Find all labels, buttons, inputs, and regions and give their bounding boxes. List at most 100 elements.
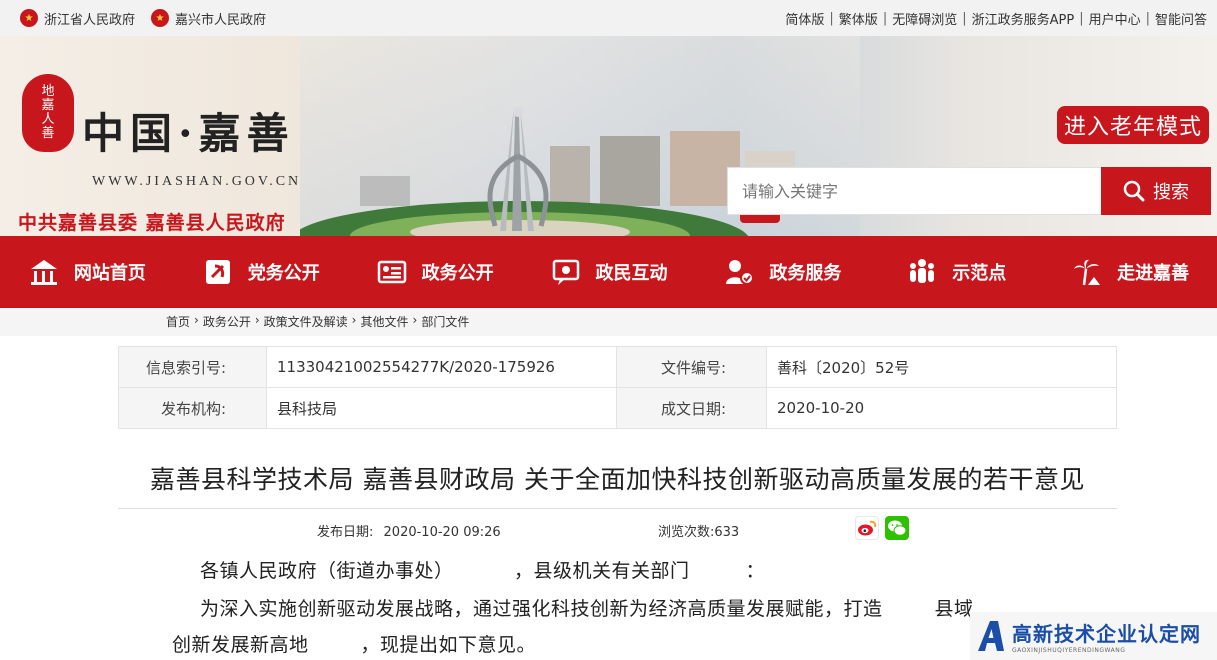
watermark-main-text: 高新技术企业认定网 — [1012, 622, 1201, 646]
search-input[interactable] — [727, 167, 1101, 215]
home-icon — [28, 256, 60, 288]
nav-about-jiashan-label: 走进嘉善 — [1117, 263, 1190, 284]
divider: | — [1145, 10, 1150, 26]
palm-tree-icon — [1071, 256, 1103, 288]
search-button-label: 搜索 — [1153, 182, 1189, 203]
site-title: 中国·嘉善 — [82, 109, 295, 158]
site-url: WWW.JIASHAN.GOV.CN — [92, 174, 302, 189]
seal-char: 人 — [41, 112, 55, 127]
publish-info: 发布日期: 2020-10-20 09:26 — [317, 521, 501, 540]
search-icon — [1123, 180, 1145, 202]
chat-icon — [550, 256, 582, 288]
views-value: 633 — [714, 525, 740, 540]
search-button[interactable]: 搜索 — [1101, 167, 1211, 215]
nav-party-affairs[interactable]: 党务公开 — [174, 236, 348, 308]
watermark-logo-icon — [978, 621, 1004, 651]
body-paragraph-1: 各镇人民政府（街道办事处） ，县级机关有关部门 ： — [200, 556, 765, 583]
gov-app-link[interactable]: 浙江政务服务APP — [972, 9, 1075, 28]
doc-number-value: 善科〔2020〕52号 — [766, 346, 1117, 388]
paragraph-text: 县域 — [934, 598, 974, 620]
document-meta-table: 信息索引号: 11330421002554277K/2020-175926 文件… — [118, 346, 1117, 429]
divider: | — [829, 10, 834, 26]
breadcrumb-other-docs[interactable]: 其他文件 — [360, 313, 408, 330]
nav-interaction-label: 政民互动 — [595, 263, 668, 284]
date-label: 成文日期: — [616, 387, 767, 429]
title-divider — [118, 508, 1117, 509]
share-buttons — [855, 516, 909, 540]
publish-value: 2020-10-20 09:26 — [383, 525, 501, 540]
breadcrumb-dept-docs[interactable]: 部门文件 — [421, 313, 469, 330]
paragraph-text: ，县级机关有关部门 — [514, 560, 690, 582]
breadcrumb-separator: › — [351, 313, 357, 327]
breadcrumb-separator: › — [194, 313, 199, 327]
weibo-icon[interactable] — [855, 516, 879, 540]
org-value: 县科技局 — [266, 387, 617, 429]
header-banner: 地 嘉 人 善 中国·嘉善 WWW.JIASHAN.GOV.CN 中共嘉善县委 … — [0, 36, 1217, 236]
watermark-text: 高新技术企业认定网 GAOXINJISHUQIYERENDINGWANG — [1012, 618, 1201, 654]
view-count: 浏览次数:633 — [658, 521, 739, 540]
party-emblem-icon — [202, 256, 234, 288]
views-label: 浏览次数: — [658, 525, 715, 540]
service-icon — [723, 256, 755, 288]
zhejiang-gov-link[interactable]: ★ 浙江省人民政府 — [20, 9, 135, 28]
nav-party-affairs-label: 党务公开 — [247, 263, 320, 284]
divider: | — [962, 10, 967, 26]
doc-number-label: 文件编号: — [616, 346, 767, 388]
zhejiang-gov-label: 浙江省人民政府 — [44, 12, 136, 28]
breadcrumb-separator: › — [254, 313, 260, 327]
accessibility-link[interactable]: 无障碍浏览 — [892, 9, 957, 28]
main-nav: 网站首页 党务公开 政务公开 政民互动 政务服务 示范点 走进嘉善 — [0, 236, 1217, 308]
user-center-link[interactable]: 用户中心 — [1089, 9, 1141, 28]
divider: | — [1079, 10, 1084, 26]
simplified-link[interactable]: 简体版 — [785, 9, 824, 28]
nav-gov-affairs[interactable]: 政务公开 — [348, 236, 522, 308]
search-box: 搜索 — [727, 167, 1211, 215]
breadcrumb: 首页 › 政务公开 › 政策文件及解读 › 其他文件 › 部门文件 — [166, 313, 469, 330]
table-row: 发布机构: 县科技局 成文日期: 2020-10-20 — [118, 387, 1117, 429]
date-value: 2020-10-20 — [766, 387, 1117, 429]
people-icon — [906, 256, 938, 288]
nav-demonstration-label: 示范点 — [952, 263, 1007, 284]
nav-about-jiashan[interactable]: 走进嘉善 — [1043, 236, 1217, 308]
breadcrumb-separator: › — [412, 313, 418, 327]
nav-gov-affairs-label: 政务公开 — [421, 263, 494, 284]
utility-links: 简体版 | 繁体版 | 无障碍浏览 | 浙江政务服务APP | 用户中心 | 智… — [785, 9, 1207, 28]
breadcrumb-home[interactable]: 首页 — [166, 313, 190, 330]
paragraph-text: 为深入实施创新驱动发展战略，通过强化科技创新为经济高质量发展赋能，打造 — [200, 598, 883, 620]
top-bar: ★ 浙江省人民政府 ★ 嘉兴市人民政府 简体版 | 繁体版 | 无障碍浏览 | … — [0, 0, 1217, 36]
index-label: 信息索引号: — [118, 346, 267, 388]
nav-home[interactable]: 网站首页 — [0, 236, 174, 308]
jiaxing-gov-label: 嘉兴市人民政府 — [175, 12, 267, 28]
table-row: 信息索引号: 11330421002554277K/2020-175926 文件… — [118, 346, 1117, 388]
body-paragraph-2: 为深入实施创新驱动发展战略，通过强化科技创新为经济高质量发展赋能，打造 县域 — [200, 594, 974, 621]
national-emblem-icon: ★ — [151, 9, 170, 27]
body-paragraph-3: 创新发展新高地 ，现提出如下意见。 — [172, 630, 536, 657]
elder-mode-button[interactable]: 进入老年模式 — [1057, 106, 1209, 144]
index-value: 11330421002554277K/2020-175926 — [266, 346, 617, 388]
smart-qa-link[interactable]: 智能问答 — [1155, 9, 1207, 28]
nav-interaction[interactable]: 政民互动 — [522, 236, 696, 308]
paragraph-text: 各镇人民政府（街道办事处） — [200, 560, 445, 582]
nav-services[interactable]: 政务服务 — [695, 236, 869, 308]
breadcrumb-gov-affairs[interactable]: 政务公开 — [203, 313, 251, 330]
seal-char: 嘉 — [41, 98, 55, 113]
nav-demonstration[interactable]: 示范点 — [869, 236, 1043, 308]
seal-char: 地 — [41, 84, 55, 99]
national-emblem-icon: ★ — [20, 9, 38, 27]
document-icon — [376, 256, 408, 288]
jiaxing-gov-link[interactable]: ★ 嘉兴市人民政府 — [151, 9, 266, 28]
watermark-sub-text: GAOXINJISHUQIYERENDINGWANG — [1012, 647, 1126, 654]
jiashan-seal-logo: 地 嘉 人 善 — [22, 74, 74, 152]
nav-services-label: 政务服务 — [769, 263, 842, 284]
paragraph-text: ，现提出如下意见。 — [360, 634, 537, 656]
paragraph-text: 创新发展新高地 — [172, 634, 309, 656]
article-title: 嘉善县科学技术局 嘉善县财政局 关于全面加快科技创新驱动高质量发展的若干意见 — [150, 465, 1085, 494]
publish-label: 发布日期: — [317, 525, 374, 540]
seal-char: 善 — [41, 126, 55, 141]
org-label: 发布机构: — [118, 387, 267, 429]
traditional-link[interactable]: 繁体版 — [839, 9, 878, 28]
breadcrumb-policy[interactable]: 政策文件及解读 — [264, 313, 348, 330]
paragraph-text: ： — [745, 560, 766, 582]
gov-links: ★ 浙江省人民政府 ★ 嘉兴市人民政府 — [20, 9, 266, 28]
wechat-icon[interactable] — [885, 516, 909, 540]
